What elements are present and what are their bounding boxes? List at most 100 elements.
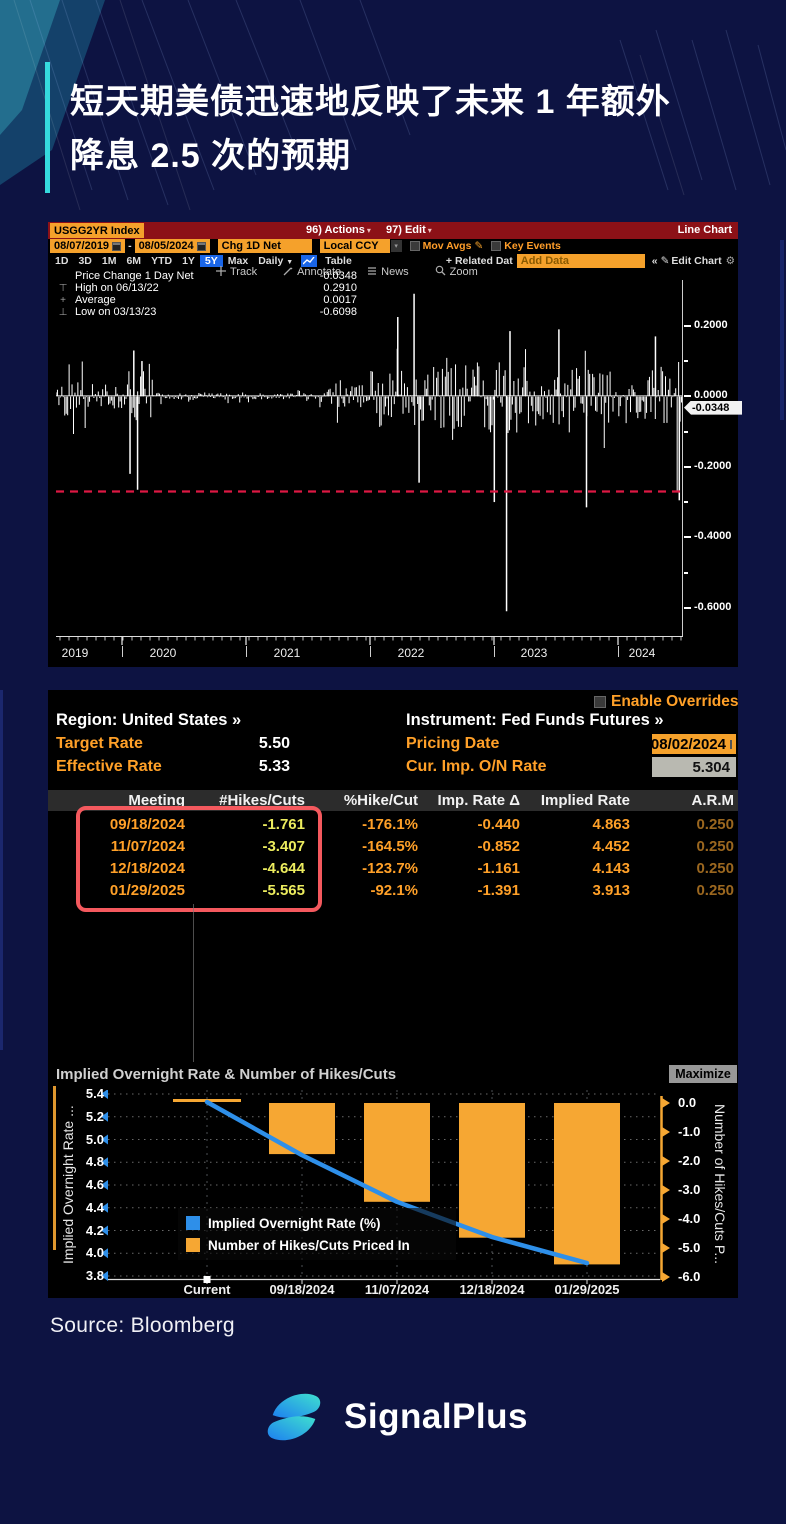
target-rate-value: 5.50 — [188, 735, 290, 753]
combo-x-label: 11/07/2024 — [349, 1282, 445, 1297]
page-title: 短天期美债迅速地反映了未来 1 年额外 降息 2.5 次的预期 — [45, 62, 739, 193]
x-tick-label: 2023 — [512, 646, 556, 660]
left-tick-label: 4.8 — [70, 1154, 104, 1169]
calendar-icon — [197, 242, 206, 251]
range-tab-1Y[interactable]: 1Y — [177, 255, 200, 267]
y-tick-label: -0.2000 — [694, 460, 731, 472]
collapse-icon[interactable]: « — [652, 255, 658, 267]
left-tick-label: 4.4 — [70, 1200, 104, 1215]
pencil-icon: ✎ — [661, 255, 670, 267]
range-tab-6M[interactable]: 6M — [121, 255, 146, 267]
combo-chart-legend: Implied Overnight Rate (%) Number of Hike… — [178, 1208, 456, 1260]
x-separator — [618, 646, 619, 657]
background-decoration — [780, 240, 784, 420]
right-tick-label: 0.0 — [678, 1095, 718, 1110]
x-tick-label: 2020 — [141, 646, 185, 660]
x-axis-ticks — [56, 636, 683, 646]
key-events-label[interactable]: Key Events — [504, 240, 561, 252]
title-line-2: 降息 2.5 次的预期 — [70, 130, 739, 184]
signalplus-icon — [258, 1386, 330, 1448]
bloomberg-chart-panel: USGG2YR Index 96) Actions▾ 97) Edit▾ Lin… — [48, 222, 738, 667]
tool-label: News — [381, 266, 409, 278]
currency-dropdown[interactable]: ▾ — [391, 240, 402, 252]
date-to-input[interactable]: 08/05/2024 — [135, 239, 210, 253]
news-tool[interactable]: News — [367, 266, 409, 279]
mov-avgs-label[interactable]: Mov Avgs — [423, 240, 472, 252]
series-swatch — [186, 1216, 200, 1230]
cur-imp-rate-label: Cur. Imp. O/N Rate — [406, 758, 546, 776]
value-cell: -1.391 — [395, 880, 520, 902]
terminal-title-bar: USGG2YR Index 96) Actions▾ 97) Edit▾ Lin… — [48, 222, 738, 239]
highlight-annotation — [76, 806, 322, 912]
y-minor-tick — [684, 431, 688, 433]
range-tab-YTD[interactable]: YTD — [146, 255, 177, 267]
pencil-icon[interactable]: ✎ — [474, 240, 483, 252]
range-tab-3D[interactable]: 3D — [73, 255, 96, 267]
x-tick-label: 2024 — [620, 646, 664, 660]
cur-imp-rate-field: 5.304 — [652, 757, 736, 777]
value-cell: -0.852 — [395, 836, 520, 858]
range-tab-1D[interactable]: 1D — [50, 255, 73, 267]
enable-overrides-checkbox[interactable] — [594, 696, 606, 708]
page: 短天期美债迅速地反映了未来 1 年额外 降息 2.5 次的预期 USGG2YR … — [0, 0, 786, 1524]
price-change-chart[interactable] — [56, 280, 683, 636]
combo-legend-row: Implied Overnight Rate (%) — [186, 1212, 448, 1234]
value-cell: 0.250 — [609, 858, 734, 880]
right-tick-label: -2.0 — [678, 1153, 718, 1168]
left-tick-label: 3.8 — [70, 1268, 104, 1283]
brand-name: SignalPlus — [344, 1397, 528, 1437]
combo-chart-title: Implied Overnight Rate & Number of Hikes… — [56, 1066, 396, 1083]
y-minor-tick — [684, 360, 688, 362]
value-cell: -1.161 — [395, 858, 520, 880]
add-data-input[interactable]: Add Data — [517, 254, 645, 268]
series-swatch — [186, 1238, 200, 1252]
right-tick-label: -1.0 — [678, 1124, 718, 1139]
combo-x-label: 09/18/2024 — [254, 1282, 350, 1297]
left-tick-label: 5.4 — [70, 1086, 104, 1101]
left-tick-label: 4.2 — [70, 1223, 104, 1238]
zoom-icon — [435, 265, 446, 279]
tool-label: Zoom — [450, 266, 478, 278]
x-tick-label: 2022 — [389, 646, 433, 660]
range-tab-1M[interactable]: 1M — [97, 255, 122, 267]
calendar-icon[interactable] — [730, 740, 732, 749]
currency-select[interactable]: Local CCY — [320, 239, 390, 253]
mov-avgs-checkbox[interactable] — [410, 241, 420, 251]
pricing-date-input[interactable]: 08/02/2024 — [652, 734, 736, 754]
maximize-button[interactable]: Maximize — [669, 1065, 737, 1083]
zoom-tool[interactable]: Zoom — [435, 265, 478, 279]
x-separator — [370, 646, 371, 657]
instrument-selector[interactable]: Instrument: Fed Funds Futures » — [406, 711, 664, 730]
left-tick-label: 5.2 — [70, 1109, 104, 1124]
date-from-input[interactable]: 08/07/2019 — [50, 239, 125, 253]
key-events-checkbox[interactable] — [491, 241, 501, 251]
right-tick-label: -3.0 — [678, 1182, 718, 1197]
series-label: Implied Overnight Rate (%) — [208, 1216, 381, 1231]
x-separator — [122, 646, 123, 657]
security-ticker[interactable]: USGG2YR Index — [50, 223, 144, 238]
value-cell: 0.250 — [609, 880, 734, 902]
series-label: Number of Hikes/Cuts Priced In — [208, 1238, 410, 1253]
enable-overrides-control[interactable]: Enable Overrides — [594, 693, 739, 711]
effective-rate-label: Effective Rate — [56, 758, 162, 776]
left-tick-label: 5.0 — [70, 1132, 104, 1147]
target-rate-label: Target Rate — [56, 735, 143, 753]
left-tick-label: 4.0 — [70, 1245, 104, 1260]
chevron-down-icon: ▾ — [367, 226, 371, 235]
hikes-bar — [269, 1103, 335, 1154]
x-tick-label: 2019 — [53, 646, 97, 660]
left-axis-strip — [53, 1086, 56, 1250]
last-price-badge: -0.0348 — [684, 401, 742, 415]
pricing-date-label: Pricing Date — [406, 735, 499, 753]
actions-menu[interactable]: 96) Actions▾ — [306, 224, 371, 236]
region-selector[interactable]: Region: United States » — [56, 711, 241, 730]
source-caption: Source: Bloomberg — [50, 1314, 235, 1338]
combo-legend-row: Number of Hikes/Cuts Priced In — [186, 1234, 448, 1256]
edit-menu[interactable]: 97) Edit▾ — [386, 224, 432, 236]
gear-icon[interactable]: ⚙ — [726, 255, 735, 267]
edit-chart-button[interactable]: Edit Chart — [671, 255, 721, 267]
background-decoration — [0, 690, 3, 1050]
column-header: A.R.M — [609, 790, 734, 811]
field-select[interactable]: Chg 1D Net — [218, 239, 312, 253]
y-tick-label: 0.2000 — [694, 319, 728, 331]
